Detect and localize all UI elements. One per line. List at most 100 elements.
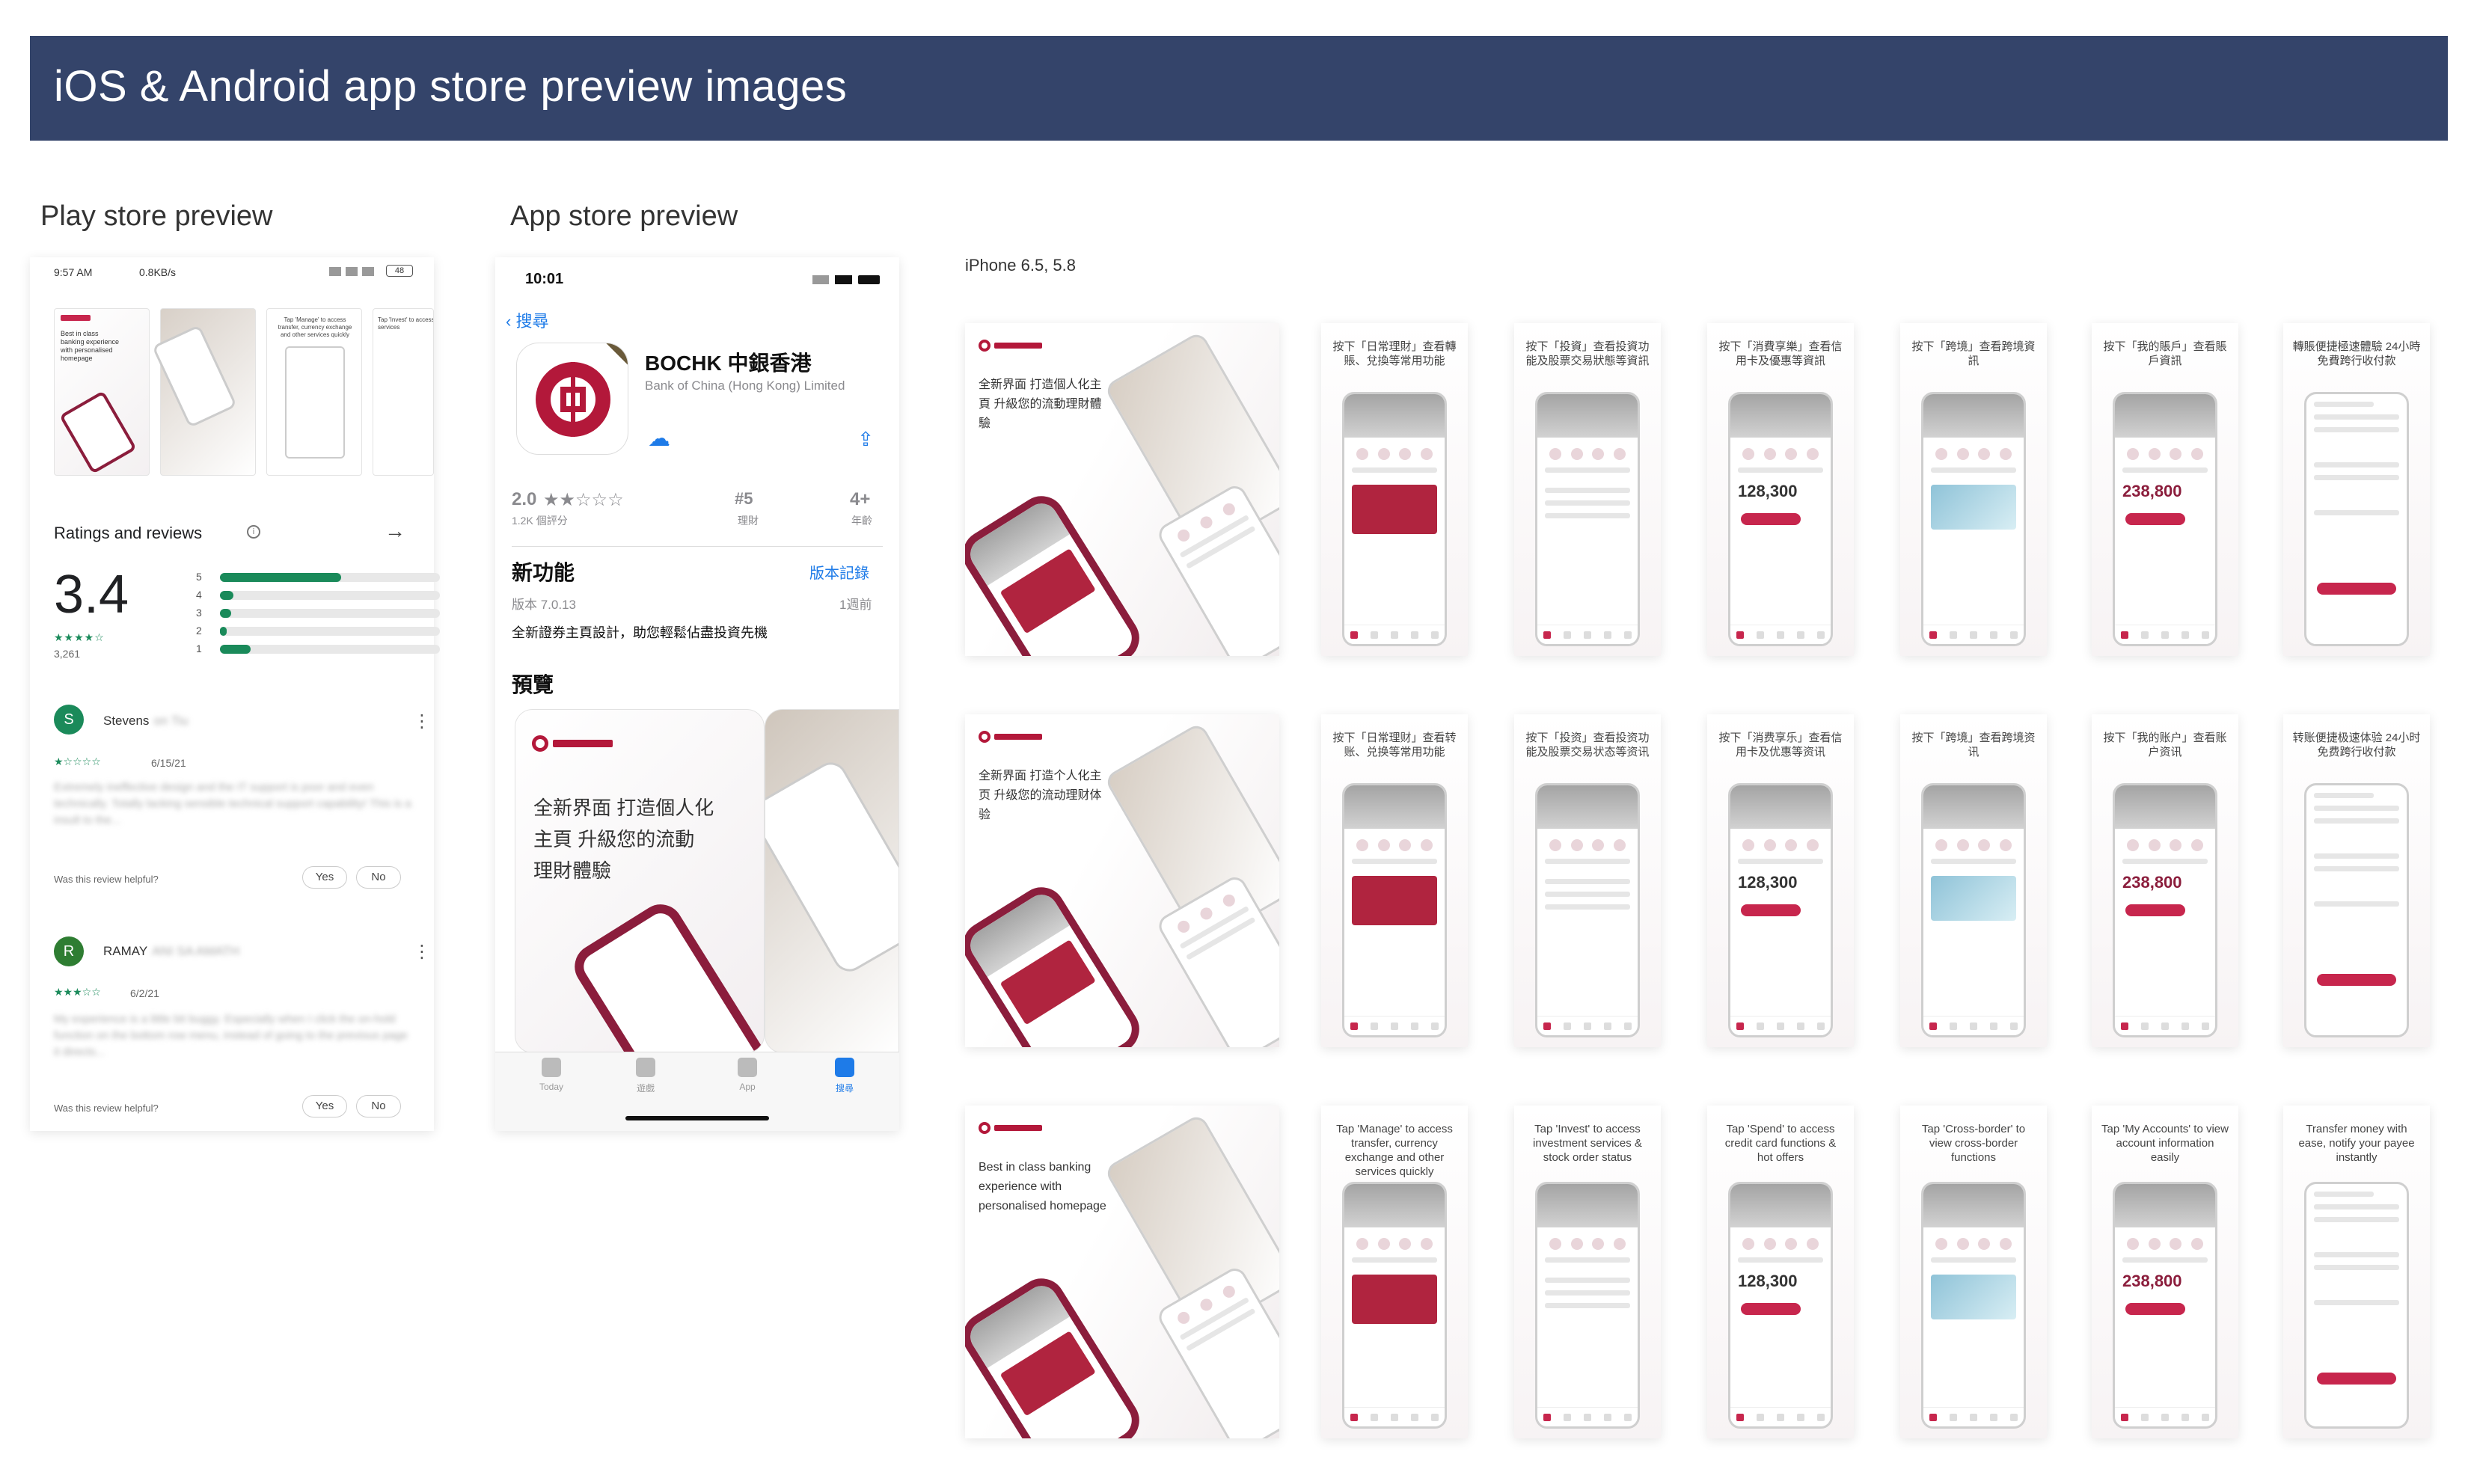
preview-screenshot[interactable]: 全新界面 打造個人化 主頁 升級您的流動 理財體驗 <box>515 709 765 1053</box>
hero-screenshot[interactable]: 全新界面 打造個人化主頁 升級您的流動理財體驗 <box>965 323 1279 656</box>
rating-bar-label: 2 <box>196 625 202 637</box>
helpful-label: Was this review helpful? <box>54 1103 159 1114</box>
version-age: 1週前 <box>839 598 872 612</box>
hero-text: 全新界面 打造个人化主页 升级您的流动理财体验 <box>979 770 1102 821</box>
feature-screenshot[interactable]: 按下「投資」查看投資功能及股票交易狀態等資訊 <box>1514 323 1661 656</box>
feature-screenshot[interactable]: 按下「消费享乐」查看信用卡及优惠等资讯 128,300 <box>1707 714 1854 1047</box>
bank-logo <box>532 734 622 753</box>
feature-caption: 按下「日常理财」查看转账、兑换等常用功能 <box>1332 732 1457 758</box>
feature-caption: 按下「投资」查看投资功能及股票交易状态等资讯 <box>1525 732 1650 758</box>
tab-today[interactable]: Today <box>510 1058 593 1092</box>
phone-mockup: 128,300 <box>1728 392 1833 646</box>
search-icon <box>835 1058 854 1077</box>
yes-button[interactable]: Yes <box>302 866 347 889</box>
no-button[interactable]: No <box>356 866 401 889</box>
feature-screenshot[interactable]: 轉賬便捷極速體驗 24小時免費跨行收付款 <box>2283 323 2430 656</box>
avatar: S <box>54 705 84 735</box>
phone-mockup <box>965 1269 1148 1438</box>
rocket-icon <box>636 1058 655 1077</box>
balance-amount: 128,300 <box>1738 1272 1798 1290</box>
screenshot-thumb[interactable]: Tap 'Manage' to access transfer, currenc… <box>266 308 362 476</box>
feature-screenshot[interactable]: 按下「跨境」查看跨境资讯 <box>1900 714 2047 1047</box>
info-icon[interactable]: i <box>247 525 260 539</box>
action-button <box>1741 1303 1801 1315</box>
hero-text: Best in class banking experience with pe… <box>979 1161 1106 1212</box>
feature-caption: 按下「我的账户」查看账户资讯 <box>2103 732 2227 758</box>
action-button <box>1741 513 1801 525</box>
feature-screenshot[interactable]: 按下「我的賬戶」查看賬戶資訊 238,800 <box>2092 323 2238 656</box>
app-icon[interactable]: NEW <box>516 343 628 455</box>
feature-screenshot[interactable]: 按下「投资」查看投资功能及股票交易状态等资讯 <box>1514 714 1661 1047</box>
arrow-right-icon[interactable]: → <box>385 519 405 543</box>
rating-bar-label: 1 <box>196 643 202 654</box>
battery-icon: 48 <box>386 265 413 277</box>
feature-screenshot[interactable]: Tap 'Spend' to access credit card functi… <box>1707 1106 1854 1438</box>
status-icons <box>329 267 374 276</box>
yes-button[interactable]: Yes <box>302 1095 347 1117</box>
app-name: BOCHK 中銀香港 <box>645 352 812 375</box>
play-store-heading: Play store preview <box>40 200 273 232</box>
avatar: R <box>54 936 84 966</box>
review-text: Extremely ineffective design and the IT … <box>54 781 411 827</box>
page-title: iOS & Android app store preview images <box>54 62 848 111</box>
device-label: iPhone 6.5, 5.8 <box>965 256 1077 275</box>
app-store-preview: 10:01 ‹ 搜尋 NEW BOCHK 中銀香港 Bank of China … <box>495 257 899 1131</box>
feature-screenshot[interactable]: 转账便捷极速体验 24小时免费跨行收付款 <box>2283 714 2430 1047</box>
screenshot-thumb[interactable]: Tap 'Invest' to access investment servic… <box>373 308 434 476</box>
feature-screenshot[interactable]: 按下「日常理財」查看轉賬、兌換等常用功能 <box>1321 323 1468 656</box>
feature-caption: Tap 'Spend' to access credit card functi… <box>1724 1123 1837 1164</box>
cloud-download-icon[interactable]: ☁ <box>645 428 673 452</box>
more-vert-icon[interactable]: ⋮ <box>413 941 431 963</box>
no-button[interactable]: No <box>356 1095 401 1117</box>
tab-search[interactable]: 搜尋 <box>803 1058 886 1094</box>
phone-mockup: 238,800 <box>2113 392 2217 646</box>
feature-screenshot[interactable]: 按下「我的账户」查看账户资讯 238,800 <box>2092 714 2238 1047</box>
feature-caption: Tap 'Invest' to access investment servic… <box>1533 1123 1642 1164</box>
phone-mockup <box>1921 1182 2026 1429</box>
balance-amount: 238,800 <box>2122 1272 2182 1290</box>
back-button[interactable]: ‹ 搜尋 <box>506 308 548 332</box>
phone-mockup: 128,300 <box>1728 783 1833 1037</box>
bank-logo <box>979 731 1042 743</box>
status-speed: 0.8KB/s <box>139 266 177 278</box>
preview-screenshot[interactable] <box>765 709 899 1053</box>
phone-mockup <box>1535 392 1640 646</box>
feature-screenshot[interactable]: Tap 'Invest' to access investment servic… <box>1514 1106 1661 1438</box>
tab-games[interactable]: 遊戲 <box>604 1058 687 1094</box>
feature-screenshot[interactable]: Tap 'Cross-border' to view cross-border … <box>1900 1106 2047 1438</box>
more-vert-icon[interactable]: ⋮ <box>413 711 431 732</box>
phone-mockup <box>1535 783 1640 1037</box>
balance-amount: 238,800 <box>2122 873 2182 892</box>
bank-logo <box>979 1122 1042 1134</box>
feature-screenshot[interactable]: Tap 'Manage' to access transfer, currenc… <box>1321 1106 1468 1438</box>
hero-screenshot[interactable]: 全新界面 打造个人化主页 升级您的流动理财体验 <box>965 714 1279 1047</box>
share-icon[interactable]: ⇪ <box>854 428 877 452</box>
rating-bar-fill <box>220 573 341 582</box>
version-history-link[interactable]: 版本記錄 <box>809 561 869 583</box>
bank-logo <box>979 340 1042 352</box>
feature-screenshot[interactable]: 按下「日常理财」查看转账、兑换等常用功能 <box>1321 714 1468 1047</box>
screenshot-thumb[interactable]: Best in class banking experience with pe… <box>54 308 150 476</box>
phone-mockup <box>2304 783 2409 1037</box>
feature-screenshot[interactable]: Tap 'My Accounts' to view account inform… <box>2092 1106 2238 1438</box>
feature-caption: 按下「消費享樂」查看信用卡及優惠等資訊 <box>1718 340 1843 367</box>
screenshot-thumb[interactable] <box>151 308 256 476</box>
feature-caption: Tap 'My Accounts' to view account inform… <box>2101 1123 2229 1164</box>
feature-screenshot[interactable]: 按下「消費享樂」查看信用卡及優惠等資訊 128,300 <box>1707 323 1854 656</box>
ratings-title: Ratings and reviews <box>54 524 203 542</box>
tab-apps[interactable]: App <box>706 1058 789 1092</box>
review-date: 6/15/21 <box>151 757 186 769</box>
release-note: 全新證券主頁設計，助您輕鬆佔盡投資先機 <box>512 625 768 640</box>
rating-bar <box>220 627 440 636</box>
review-stars: ★★★☆☆ <box>54 986 101 998</box>
feature-screenshot[interactable]: Transfer money with ease, notify your pa… <box>2283 1106 2430 1438</box>
hero-screenshot[interactable]: Best in class banking experience with pe… <box>965 1106 1279 1438</box>
balance-amount: 128,300 <box>1738 873 1798 892</box>
phone-mockup <box>965 878 1148 1047</box>
feature-screenshot[interactable]: 按下「跨境」查看跨境資訊 <box>1900 323 2047 656</box>
rating-value: 3.4 <box>54 565 129 625</box>
age-value: 4+ <box>850 489 871 509</box>
rating-bar-label: 4 <box>196 589 202 601</box>
feature-caption: Tap 'Manage' to access transfer, currenc… <box>1336 1123 1453 1178</box>
feature-caption: Tap 'Cross-border' to view cross-border … <box>1921 1123 2026 1164</box>
